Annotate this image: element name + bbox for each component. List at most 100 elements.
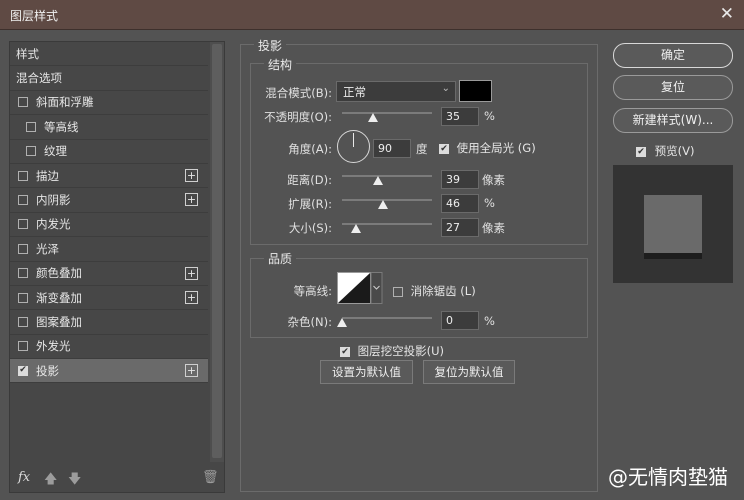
style-list-item[interactable]: 斜面和浮雕 [10,91,208,116]
noise-unit: % [484,314,495,328]
preview-checkbox[interactable]: ✔ 预览(V) [636,143,695,159]
title-bar: 图层样式 ✕ [0,0,744,30]
section-title: 投影 [254,37,287,54]
style-list-item[interactable]: 光泽 [10,237,208,262]
spread-input[interactable]: 46 [441,194,479,213]
style-list-item[interactable]: 样式 [10,42,208,67]
style-preview [613,165,733,283]
angle-dial[interactable] [337,130,370,163]
set-default-button[interactable]: 设置为默认值 [320,360,413,384]
contour-label: 等高线: [293,284,332,298]
arrow-up-icon[interactable]: 🡅 [44,470,57,492]
size-label: 大小(S): [288,221,332,235]
ok-button[interactable]: 确定 [613,43,733,68]
style-list-item[interactable]: 纹理 [10,140,208,164]
new-style-button[interactable]: 新建样式(W)... [613,108,733,133]
style-list-scrollbar[interactable] [210,42,224,462]
style-list-item-label: 内阴影 [36,193,71,208]
style-list-item[interactable]: 内阴影 + [10,188,208,213]
checkbox[interactable] [26,146,36,157]
close-icon[interactable]: ✕ [720,4,734,24]
scrollbar-thumb[interactable] [212,44,222,458]
checkbox[interactable] [18,195,28,206]
preview-label: 预览(V) [654,144,695,158]
angle-input[interactable]: 90 [373,139,411,158]
style-list-item-label: 描边 [36,168,59,183]
dialog-title: 图层样式 [10,9,59,23]
style-list-item[interactable]: 外发光 [10,335,208,360]
style-list-item-label: 投影 [36,363,59,378]
antialias-checkbox[interactable]: 消除锯齿 (L) [393,283,476,299]
add-icon[interactable]: + [185,168,198,182]
style-list-item-label: 混合选项 [16,71,62,86]
style-list-item-label: 光泽 [36,241,59,256]
checkbox[interactable] [18,97,28,108]
angle-label: 角度(A): [288,142,332,156]
trash-icon[interactable]: 🗑 [202,470,219,485]
reset-button[interactable]: 复位 [613,75,733,100]
add-icon[interactable]: + [185,364,198,378]
checkbox[interactable] [18,219,28,230]
checkbox[interactable] [18,341,28,352]
check-icon: ✔ [340,346,350,357]
knockout-checkbox[interactable]: ✔ 图层挖空投影(U) [340,343,444,359]
add-icon[interactable]: + [185,193,198,207]
style-list-item[interactable]: 渐变叠加 + [10,286,208,311]
opacity-unit: % [484,109,495,123]
add-icon[interactable]: + [185,266,198,280]
quality-title: 品质 [264,250,297,267]
spread-unit: % [484,196,495,210]
checkbox[interactable] [18,170,28,181]
size-slider-thumb[interactable] [351,224,361,233]
opacity-slider-thumb[interactable] [368,113,378,122]
global-light-checkbox[interactable]: ✔ 使用全局光 (G) [439,140,536,156]
spread-slider-thumb[interactable] [378,200,388,209]
noise-slider[interactable] [342,317,432,319]
checkbox[interactable] [18,316,28,327]
blend-mode-select[interactable]: 正常 ⌄ [336,81,456,102]
check-icon[interactable]: ✔ [18,365,28,376]
distance-input[interactable]: 39 [441,170,479,189]
style-list-item[interactable]: 图案叠加 [10,310,208,335]
distance-slider[interactable] [342,175,432,177]
checkbox[interactable] [18,292,28,303]
check-icon: ✔ [439,143,449,154]
opacity-input[interactable]: 35 [441,107,479,126]
distance-label: 距离(D): [287,173,332,187]
checkbox[interactable] [18,243,28,254]
arrow-down-icon[interactable]: 🡇 [68,470,81,492]
structure-title: 结构 [264,56,297,73]
checkbox[interactable] [26,121,36,132]
distance-slider-thumb[interactable] [373,176,383,185]
noise-label: 杂色(N): [287,315,332,329]
style-list-item[interactable]: 内发光 [10,213,208,238]
style-list-item-label: 样式 [16,46,39,61]
add-icon[interactable]: + [185,290,198,304]
contour-preview-icon [337,272,383,304]
chevron-down-icon: ⌄ [441,83,450,94]
checkbox[interactable] [18,268,28,279]
noise-slider-thumb[interactable] [337,318,347,327]
style-list-panel: 样式混合选项斜面和浮雕 等高线 纹理描边 + 内阴影 + 内发光光泽颜色叠加 + 渐变叠加 + 图案… [9,41,225,493]
shadow-color-swatch[interactable] [459,80,492,102]
knockout-label: 图层挖空投影(U) [357,344,445,358]
style-list-item[interactable]: ✔ 投影 + [10,359,208,384]
style-list-item-label: 渐变叠加 [36,290,82,305]
style-list-item[interactable]: 颜色叠加 + [10,262,208,286]
style-list-item[interactable]: 混合选项 [10,66,208,91]
style-list-item[interactable]: 等高线 [10,115,208,140]
style-list-item[interactable]: 描边 + [10,164,208,189]
size-unit: 像素 [482,221,505,235]
noise-input[interactable]: 0 [441,311,479,330]
angle-unit: 度 [416,142,428,156]
watermark: @无情肉垫猫 [608,465,728,489]
style-list-item-label: 颜色叠加 [36,266,82,281]
contour-picker[interactable] [337,272,383,304]
spread-label: 扩展(R): [288,197,332,211]
fx-button[interactable]: fx [18,470,30,485]
size-input[interactable]: 27 [441,218,479,237]
opacity-slider[interactable] [342,112,432,114]
reset-default-button[interactable]: 复位为默认值 [423,360,515,384]
distance-unit: 像素 [482,173,505,187]
style-list-footer: fx 🡅 🡇 🗑 [10,466,224,492]
